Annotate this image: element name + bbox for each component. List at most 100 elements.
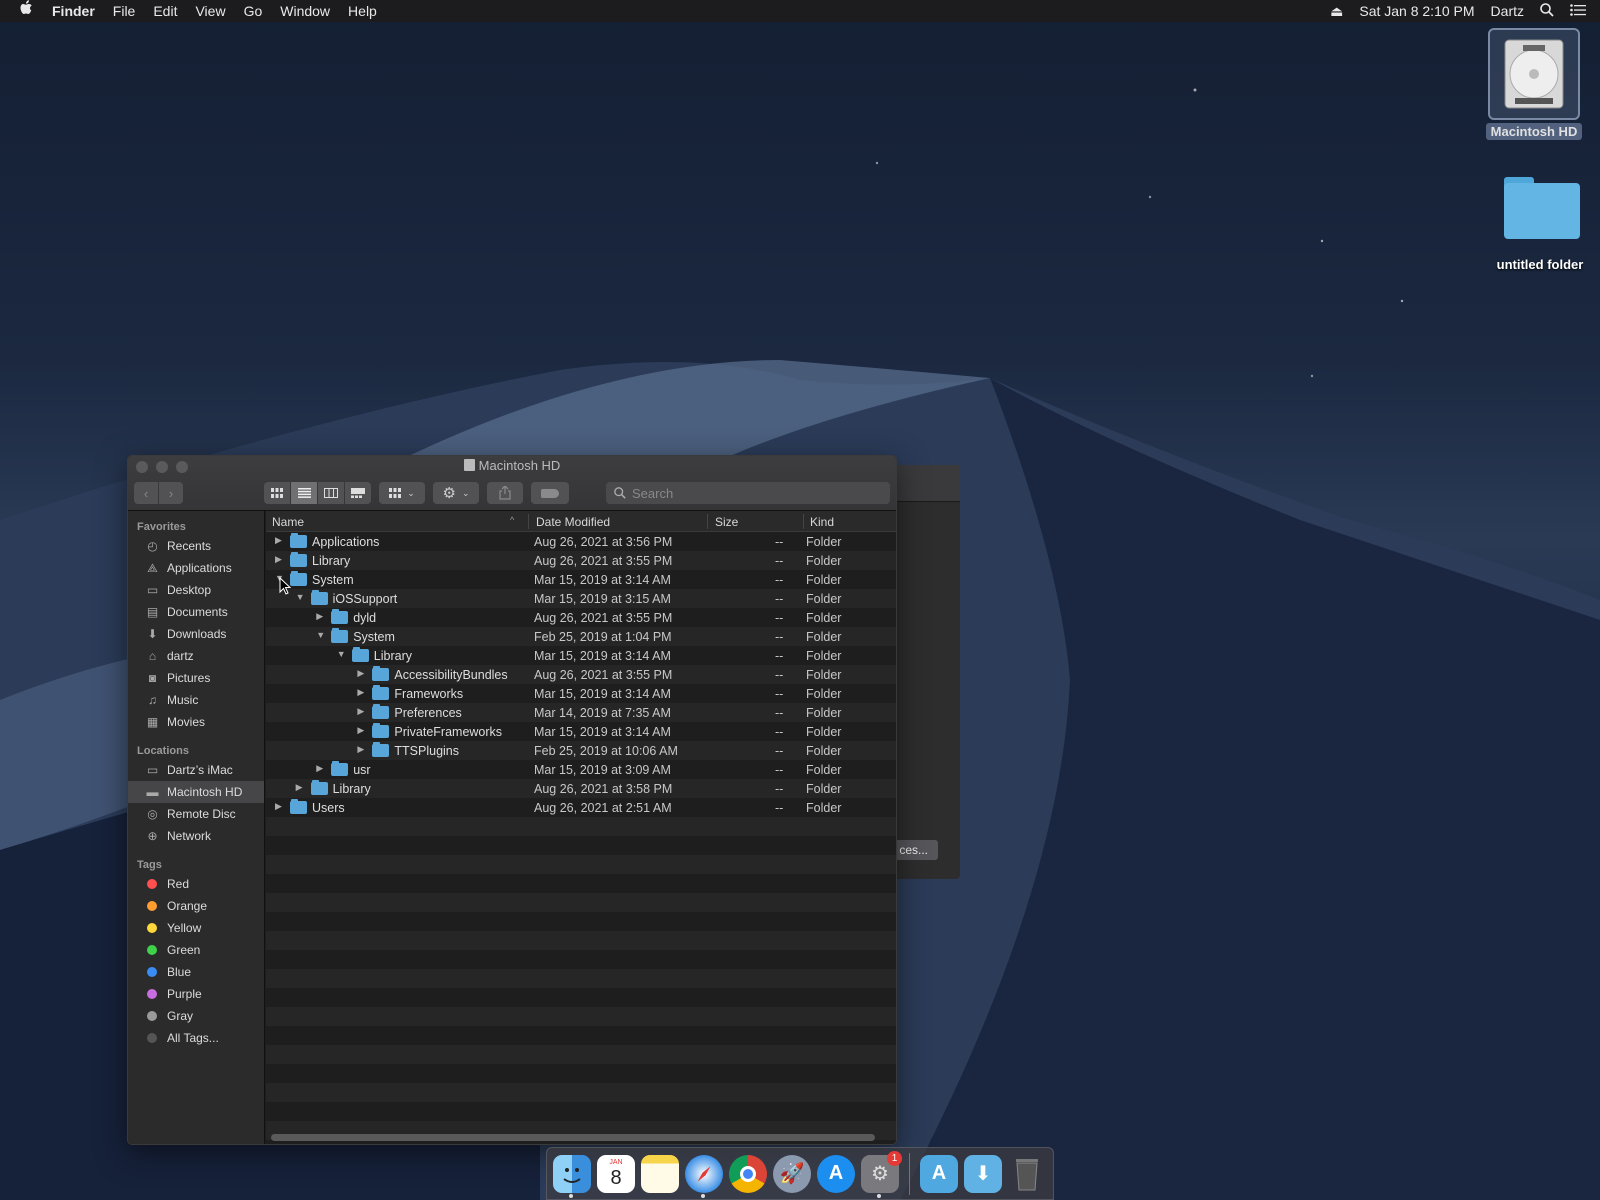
table-row[interactable]: ▶ Library Aug 26, 2021 at 3:55 PM -- Folder	[266, 551, 896, 570]
finder-icon[interactable]	[553, 1154, 591, 1193]
sidebar-item-music[interactable]: ♫ Music	[128, 689, 264, 711]
launchpad-icon[interactable]: 🚀	[773, 1154, 811, 1193]
disclosure-collapsed-icon[interactable]: ▶	[316, 611, 326, 622]
menu-help[interactable]: Help	[339, 0, 386, 22]
sidebar-tag-all-tags[interactable]: All Tags...	[128, 1027, 264, 1049]
icon-view-button[interactable]	[264, 482, 290, 504]
column-name[interactable]: Name	[272, 515, 304, 529]
disclosure-collapsed-icon[interactable]: ▶	[357, 744, 367, 755]
file-name: iOSSupport	[332, 592, 398, 606]
horizontal-scrollbar[interactable]	[271, 1134, 875, 1141]
sidebar-item-dartz-s-imac[interactable]: ▭ Dartz’s iMac	[128, 759, 264, 781]
applications-folder-icon[interactable]: A	[920, 1154, 958, 1193]
gallery-view-button[interactable]	[345, 482, 371, 504]
table-row[interactable]: ▶ dyld Aug 26, 2021 at 3:55 PM -- Folder	[266, 608, 896, 627]
disclosure-collapsed-icon[interactable]: ▶	[275, 554, 285, 565]
notification-center-icon[interactable]	[1570, 3, 1586, 19]
sidebar-item-downloads[interactable]: ⬇ Downloads	[128, 623, 264, 645]
menu-window[interactable]: Window	[271, 0, 339, 22]
file-size: --	[775, 744, 784, 758]
menu-file[interactable]: File	[104, 0, 145, 22]
sidebar-item-label: Dartz’s iMac	[167, 763, 233, 777]
table-row[interactable]: ▼ System Feb 25, 2019 at 1:04 PM -- Folder	[266, 627, 896, 646]
system-preferences-icon[interactable]: ⚙ 1	[861, 1150, 902, 1193]
user-menu[interactable]: Dartz	[1491, 3, 1524, 19]
sidebar-tag-purple[interactable]: Purple	[128, 983, 264, 1005]
trash-icon[interactable]	[1008, 1155, 1046, 1193]
table-row[interactable]: ▶ Users Aug 26, 2021 at 2:51 AM -- Folder	[266, 798, 896, 817]
disclosure-collapsed-icon[interactable]: ▶	[357, 725, 367, 736]
spotlight-icon[interactable]	[1540, 2, 1554, 20]
disclosure-collapsed-icon[interactable]: ▶	[275, 801, 285, 812]
clock[interactable]: Sat Jan 8 2:10 PM	[1359, 3, 1474, 19]
list-view-button[interactable]	[291, 482, 317, 504]
disclosure-collapsed-icon[interactable]: ▶	[357, 668, 367, 679]
table-row[interactable]: ▼ Library Mar 15, 2019 at 3:14 AM -- Folder	[266, 646, 896, 665]
back-button[interactable]: ‹	[134, 482, 158, 504]
desktop-item-untitled-folder[interactable]: untitled folder	[1488, 175, 1592, 272]
notes-icon[interactable]	[641, 1154, 679, 1193]
share-button[interactable]	[487, 482, 523, 504]
sidebar-tag-blue[interactable]: Blue	[128, 961, 264, 983]
sidebar-tag-red[interactable]: Red	[128, 873, 264, 895]
table-row[interactable]: ▶ Applications Aug 26, 2021 at 3:56 PM -- Fo…	[266, 532, 896, 551]
disclosure-collapsed-icon[interactable]: ▶	[275, 535, 285, 546]
menu-finder[interactable]: Finder	[43, 0, 104, 22]
disclosure-expanded-icon[interactable]: ▼	[316, 630, 326, 640]
sidebar-item-movies[interactable]: ▦ Movies	[128, 711, 264, 733]
eject-icon[interactable]: ⏏	[1330, 3, 1343, 20]
table-row[interactable]: ▼ System Mar 15, 2019 at 3:14 AM -- Folder	[266, 570, 896, 589]
sidebar-item-dartz[interactable]: ⌂ dartz	[128, 645, 264, 667]
sidebar-item-remote-disc[interactable]: ◎ Remote Disc	[128, 803, 264, 825]
sidebar-item-desktop[interactable]: ▭ Desktop	[128, 579, 264, 601]
column-size[interactable]: Size	[715, 515, 738, 529]
disclosure-collapsed-icon[interactable]: ▶	[316, 763, 326, 774]
apple-icon[interactable]	[0, 0, 43, 23]
dock: JAN 8 🚀 A ⚙ 1 A ⬇	[546, 1147, 1054, 1200]
table-row[interactable]: ▶ TTSPlugins Feb 25, 2019 at 10:06 AM -- Fol…	[266, 741, 896, 760]
menu-edit[interactable]: Edit	[144, 0, 186, 22]
table-row[interactable]: ▶ Library Aug 26, 2021 at 3:58 PM -- Folder	[266, 779, 896, 798]
action-button[interactable]: ⚙ ⌄	[433, 482, 479, 504]
sidebar-tag-orange[interactable]: Orange	[128, 895, 264, 917]
table-row[interactable]: ▶ usr Mar 15, 2019 at 3:09 AM -- Folder	[266, 760, 896, 779]
menu-view[interactable]: View	[186, 0, 234, 22]
sidebar-item-pictures[interactable]: ◙ Pictures	[128, 667, 264, 689]
file-size: --	[775, 725, 784, 739]
column-view-button[interactable]	[318, 482, 344, 504]
sidebar-tag-gray[interactable]: Gray	[128, 1005, 264, 1027]
sidebar-item-macintosh-hd[interactable]: ▬ Macintosh HD	[128, 781, 264, 803]
menu-go[interactable]: Go	[235, 0, 272, 22]
folder-icon	[310, 780, 328, 795]
safari-icon[interactable]	[685, 1154, 723, 1193]
app-store-icon[interactable]: A	[817, 1154, 855, 1193]
tags-button[interactable]	[531, 482, 569, 504]
table-row[interactable]: ▶ Frameworks Mar 15, 2019 at 3:14 AM -- Fold…	[266, 684, 896, 703]
table-row[interactable]: ▶ Preferences Mar 14, 2019 at 7:35 AM -- Fol…	[266, 703, 896, 722]
sidebar-item-applications[interactable]: ⟁ Applications	[128, 557, 264, 579]
calendar-day: 8	[610, 1167, 622, 1189]
desktop-item-macintosh-hd[interactable]: Macintosh HD	[1486, 28, 1582, 140]
chrome-icon[interactable]	[729, 1154, 767, 1193]
calendar-icon[interactable]: JAN 8	[597, 1154, 635, 1193]
column-date-modified[interactable]: Date Modified	[536, 515, 610, 529]
downloads-folder-icon[interactable]: ⬇	[964, 1154, 1002, 1193]
sidebar-item-recents[interactable]: ◴ Recents	[128, 535, 264, 557]
table-row[interactable]: ▶ AccessibilityBundles Aug 26, 2021 at 3:5…	[266, 665, 896, 684]
search-field[interactable]: Search	[606, 482, 890, 504]
disclosure-collapsed-icon[interactable]: ▶	[296, 782, 306, 793]
table-row[interactable]: ▼ iOSSupport Mar 15, 2019 at 3:15 AM -- Fold…	[266, 589, 896, 608]
forward-button[interactable]: ›	[159, 482, 183, 504]
disclosure-collapsed-icon[interactable]: ▶	[357, 706, 367, 717]
sidebar-tag-green[interactable]: Green	[128, 939, 264, 961]
disclosure-expanded-icon[interactable]: ▼	[296, 592, 306, 602]
sidebar-item-documents[interactable]: ▤ Documents	[128, 601, 264, 623]
table-row[interactable]: ▶ PrivateFrameworks Mar 15, 2019 at 3:14 A…	[266, 722, 896, 741]
disclosure-collapsed-icon[interactable]: ▶	[357, 687, 367, 698]
sidebar-item-network[interactable]: ⊕ Network	[128, 825, 264, 847]
group-by-button[interactable]: ⌄	[379, 482, 425, 504]
file-size: --	[775, 649, 784, 663]
sidebar-tag-yellow[interactable]: Yellow	[128, 917, 264, 939]
column-kind[interactable]: Kind	[810, 515, 834, 529]
disclosure-expanded-icon[interactable]: ▼	[337, 649, 347, 659]
